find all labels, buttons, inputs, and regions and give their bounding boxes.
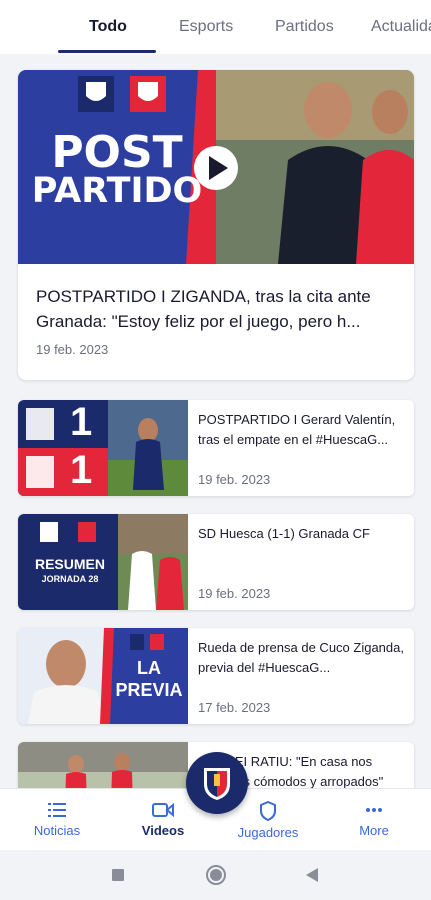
thumb-jornada-text: JORNADA 28 <box>41 574 99 584</box>
article-thumbnail: RESUMEN JORNADA 28 <box>18 514 188 610</box>
system-navigation-bar <box>0 850 431 900</box>
list-icon <box>48 803 66 817</box>
article-card[interactable]: 1 1 POSTPARTIDO I Gerard Valentín, tras … <box>18 400 414 496</box>
featured-article-card[interactable]: POST PARTIDO POSTPARTIDO I ZIGANDA, tras… <box>18 70 414 380</box>
nav-label-videos: Videos <box>141 823 185 838</box>
article-title: POSTPARTIDO I Gerard Valentín, tras el e… <box>198 412 396 447</box>
feed-list[interactable]: POST PARTIDO POSTPARTIDO I ZIGANDA, tras… <box>0 54 431 788</box>
tab-actualidad[interactable]: Actualidad <box>371 18 431 36</box>
thumb-la-text: LA <box>137 658 161 678</box>
video-camera-icon <box>152 802 174 818</box>
article-date: 19 feb. 2023 <box>198 472 271 487</box>
home-icon[interactable] <box>205 864 227 886</box>
tab-partidos[interactable]: Partidos <box>275 18 334 36</box>
article-date: 17 feb. 2023 <box>198 700 271 715</box>
article-card[interactable]: LA PREVIA Rueda de prensa de Cuco Zigand… <box>18 628 414 724</box>
club-crest-button[interactable] <box>186 752 248 814</box>
nav-item-noticias[interactable]: Noticias <box>14 801 100 838</box>
thumb-previa-text: PREVIA <box>115 680 183 700</box>
top-tab-bar: Todo Esports Partidos Actualidad <box>0 0 431 54</box>
shield-icon <box>260 801 276 821</box>
featured-thumbnail: POST PARTIDO <box>18 70 414 264</box>
nav-label-more: More <box>359 823 389 838</box>
article-date: 19 feb. 2023 <box>198 586 271 601</box>
overlay-post: POST <box>51 127 183 178</box>
score-away: 1 <box>70 448 93 492</box>
thumb-resumen-text: RESUMEN <box>34 556 105 572</box>
nav-item-more[interactable]: More <box>331 801 417 838</box>
featured-article-title: POSTPARTIDO I ZIGANDA, tras la cita ante… <box>36 287 371 331</box>
nav-label-noticias: Noticias <box>33 823 81 838</box>
article-thumbnail: 1 1 <box>18 400 188 496</box>
back-icon[interactable] <box>305 867 319 883</box>
overlay-partido: PARTIDO <box>31 171 203 211</box>
article-card[interactable]: RESUMEN JORNADA 28 SD Huesca (1-1) Grana… <box>18 514 414 610</box>
nav-label-jugadores: Jugadores <box>237 825 299 840</box>
article-title: Rueda de prensa de Cuco Ziganda, previa … <box>198 640 404 675</box>
more-dots-icon <box>366 808 382 812</box>
club-crest-icon <box>204 768 230 800</box>
featured-article-date: 19 feb. 2023 <box>36 342 109 357</box>
tab-todo[interactable]: Todo <box>89 18 127 36</box>
tab-esports[interactable]: Esports <box>179 18 233 36</box>
post-partido-overlay-text: POST PARTIDO <box>22 127 212 211</box>
article-thumbnail <box>18 742 188 788</box>
recents-icon[interactable] <box>111 868 125 882</box>
article-title: SD Huesca (1-1) Granada CF <box>198 526 370 541</box>
score-home: 1 <box>70 400 93 444</box>
article-thumbnail: LA PREVIA <box>18 628 188 724</box>
active-tab-indicator <box>58 50 156 53</box>
